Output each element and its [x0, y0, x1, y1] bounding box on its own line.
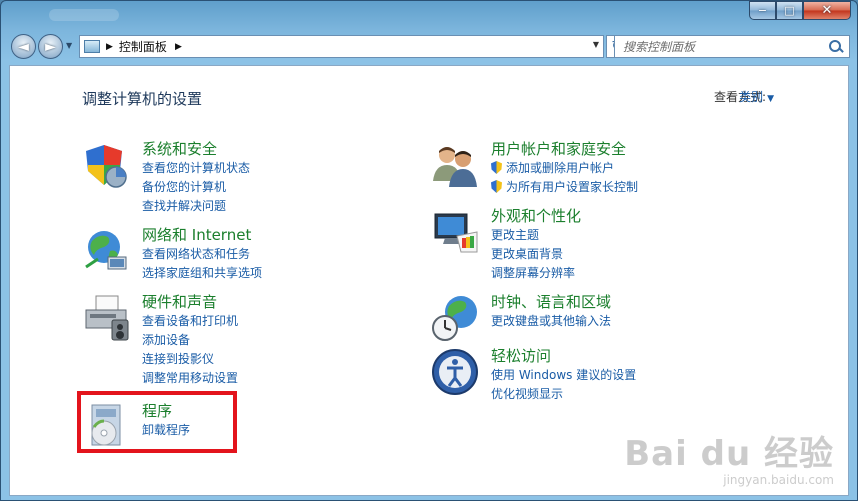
- link-network-status[interactable]: 查看网络状态和任务: [142, 244, 262, 263]
- link-label[interactable]: 调整屏幕分辨率: [491, 264, 575, 281]
- back-button[interactable]: ◄: [11, 34, 36, 59]
- link-label[interactable]: 查看您的计算机状态: [142, 159, 250, 176]
- address-bar[interactable]: ▶ 控制面板 ▶ ▼: [79, 35, 604, 58]
- link-label[interactable]: 连接到投影仪: [142, 350, 214, 367]
- content-pane: 调整计算机的设置 查看方式: 类别 ▼ 系统和安全 查看您的计算机状态 备份您的计…: [9, 65, 849, 496]
- category-title[interactable]: 时钟、语言和区域: [491, 291, 611, 312]
- control-panel-window: − □ ✕ ◄ ► ▼ ▶ 控制面板 ▶ ▼ ↻ 调整计算机的设置 查看方式: …: [0, 0, 858, 501]
- category-title[interactable]: 外观和个性化: [491, 205, 581, 226]
- forward-button[interactable]: ►: [38, 34, 63, 59]
- maximize-button[interactable]: □: [776, 1, 803, 20]
- close-icon: ✕: [821, 3, 833, 18]
- back-arrow-icon: ◄: [18, 38, 29, 55]
- category-title[interactable]: 轻松访问: [491, 345, 551, 366]
- maximize-icon: □: [784, 4, 795, 17]
- link-screen-resolution[interactable]: 调整屏幕分辨率: [491, 263, 575, 282]
- link-connect-projector[interactable]: 连接到投影仪: [142, 349, 238, 368]
- link-devices-printers[interactable]: 查看设备和打印机: [142, 311, 238, 330]
- breadcrumb-control-panel[interactable]: 控制面板: [119, 38, 167, 55]
- link-label[interactable]: 调整常用移动设置: [142, 369, 238, 386]
- link-label[interactable]: 更改桌面背景: [491, 245, 563, 262]
- link-change-input-method[interactable]: 更改键盘或其他输入法: [491, 311, 611, 330]
- page-title: 调整计算机的设置: [82, 90, 203, 108]
- window-title-blur: [49, 9, 119, 21]
- recent-pages-dropdown[interactable]: ▼: [66, 41, 72, 50]
- category-links: 更改键盘或其他输入法: [491, 311, 611, 330]
- category-links: 更改主题 更改桌面背景 调整屏幕分辨率: [491, 225, 575, 282]
- link-optimize-display[interactable]: 优化视频显示: [491, 384, 636, 403]
- breadcrumb-expand-icon[interactable]: ▶: [175, 42, 182, 52]
- link-label[interactable]: 备份您的计算机: [142, 178, 226, 195]
- link-label[interactable]: 更改键盘或其他输入法: [491, 312, 611, 329]
- link-label[interactable]: 优化视频显示: [491, 385, 563, 402]
- ease-of-access-icon[interactable]: [431, 348, 479, 396]
- close-button[interactable]: ✕: [803, 1, 851, 20]
- category-title[interactable]: 用户帐户和家庭安全: [491, 138, 626, 159]
- address-dropdown-icon[interactable]: ▼: [593, 40, 599, 49]
- link-view-computer-status[interactable]: 查看您的计算机状态: [142, 158, 250, 177]
- category-links: 查看设备和打印机 添加设备 连接到投影仪 调整常用移动设置: [142, 311, 238, 387]
- link-desktop-background[interactable]: 更改桌面背景: [491, 244, 575, 263]
- link-label[interactable]: 为所有用户设置家长控制: [506, 178, 638, 195]
- breadcrumb-separator-icon[interactable]: ▶: [106, 42, 113, 52]
- control-panel-icon: [84, 40, 100, 53]
- search-box[interactable]: [614, 35, 850, 58]
- link-homegroup-sharing[interactable]: 选择家庭组和共享选项: [142, 263, 262, 282]
- link-label[interactable]: 查看设备和打印机: [142, 312, 238, 329]
- system-security-icon[interactable]: [82, 141, 130, 189]
- link-label[interactable]: 查看网络状态和任务: [142, 245, 250, 262]
- navigation-bar: ◄ ► ▼ ▶ 控制面板 ▶ ▼ ↻: [9, 33, 850, 61]
- printer-icon[interactable]: [82, 294, 130, 342]
- highlight-box: [77, 391, 237, 453]
- category-links: 查看网络状态和任务 选择家庭组和共享选项: [142, 244, 262, 282]
- uac-shield-icon: [491, 161, 502, 174]
- link-add-device[interactable]: 添加设备: [142, 330, 238, 349]
- category-title[interactable]: 系统和安全: [142, 138, 217, 159]
- link-recommended-settings[interactable]: 使用 Windows 建议的设置: [491, 365, 636, 384]
- search-input[interactable]: [621, 38, 829, 55]
- category-links: 查看您的计算机状态 备份您的计算机 查找并解决问题: [142, 158, 250, 215]
- link-change-theme[interactable]: 更改主题: [491, 225, 575, 244]
- category-title[interactable]: 硬件和声音: [142, 291, 217, 312]
- watermark-logo: Bai du 经验: [624, 434, 834, 474]
- link-label[interactable]: 添加或删除用户帐户: [506, 159, 614, 176]
- link-label[interactable]: 添加设备: [142, 331, 190, 348]
- users-icon[interactable]: [431, 141, 479, 189]
- category-title[interactable]: 网络和 Internet: [142, 224, 251, 245]
- link-mobility-settings[interactable]: 调整常用移动设置: [142, 368, 238, 387]
- link-label[interactable]: 选择家庭组和共享选项: [142, 264, 262, 281]
- category-links: 添加或删除用户帐户 为所有用户设置家长控制: [491, 158, 638, 196]
- chevron-down-icon[interactable]: ▼: [767, 94, 774, 104]
- link-backup-computer[interactable]: 备份您的计算机: [142, 177, 250, 196]
- watermark: Bai du 经验 jingyan.baidu.com: [624, 426, 834, 487]
- search-icon[interactable]: [829, 39, 843, 54]
- link-parental-controls[interactable]: 为所有用户设置家长控制: [491, 177, 638, 196]
- network-globe-icon[interactable]: [82, 227, 130, 275]
- minimize-icon: −: [757, 4, 768, 17]
- link-label[interactable]: 使用 Windows 建议的设置: [491, 366, 636, 383]
- link-label[interactable]: 查找并解决问题: [142, 197, 226, 214]
- minimize-button[interactable]: −: [749, 1, 776, 20]
- link-troubleshoot[interactable]: 查找并解决问题: [142, 196, 250, 215]
- link-label[interactable]: 更改主题: [491, 226, 539, 243]
- monitor-palette-icon[interactable]: [431, 208, 479, 256]
- forward-arrow-icon: ►: [45, 38, 56, 55]
- link-add-remove-accounts[interactable]: 添加或删除用户帐户: [491, 158, 638, 177]
- category-links: 使用 Windows 建议的设置 优化视频显示: [491, 365, 636, 403]
- watermark-url: jingyan.baidu.com: [723, 473, 834, 487]
- uac-shield-icon: [491, 180, 502, 193]
- view-by-value[interactable]: 类别: [739, 90, 763, 104]
- clock-globe-icon[interactable]: [431, 294, 479, 342]
- view-by-dropdown[interactable]: 类别 ▼: [739, 88, 774, 105]
- caption-buttons: − □ ✕: [749, 1, 851, 20]
